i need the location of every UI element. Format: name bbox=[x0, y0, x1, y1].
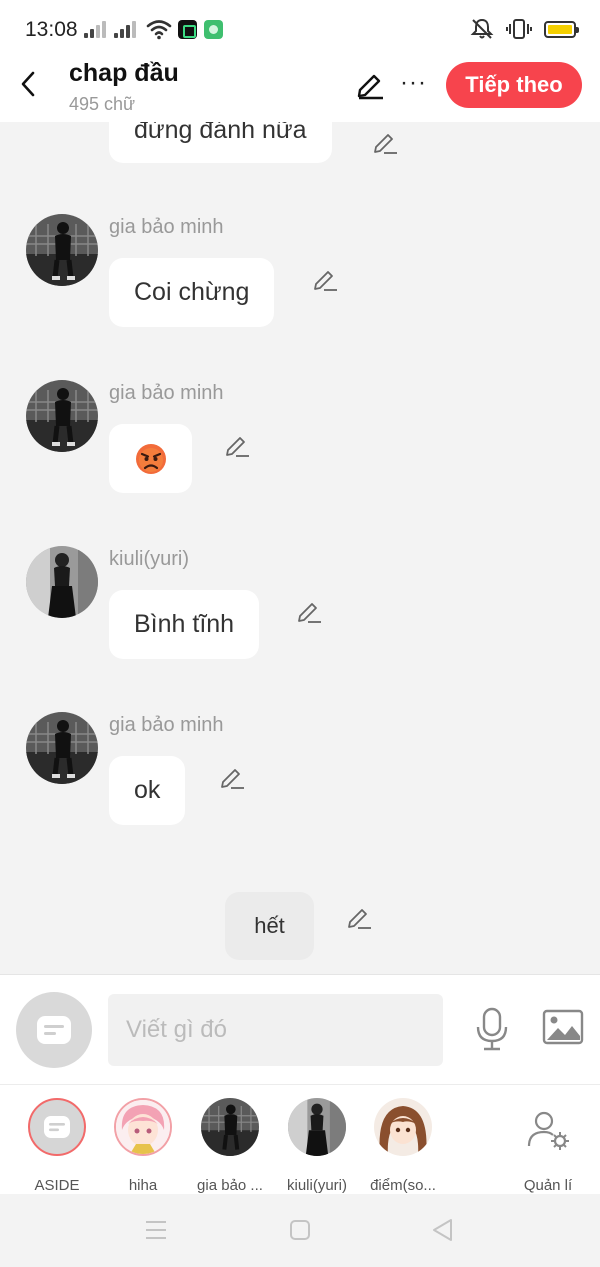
microphone-icon[interactable] bbox=[474, 1007, 510, 1051]
home-icon[interactable] bbox=[289, 1219, 311, 1241]
chevron-left-icon bbox=[21, 71, 35, 97]
status-bar: 13:08 bbox=[0, 0, 600, 58]
avatar-kiuli-yuri[interactable] bbox=[26, 546, 98, 618]
aside-toggle-button[interactable] bbox=[16, 992, 92, 1068]
sender-name: kiuli(yuri) bbox=[109, 548, 189, 570]
message-bubble[interactable]: Coi chừng bbox=[109, 258, 275, 327]
back-button[interactable] bbox=[14, 66, 42, 102]
manage-label: Quản lí bbox=[523, 1177, 573, 1194]
message-bubble[interactable]: Bình tĩnh bbox=[109, 590, 260, 659]
chapter-title: chap đầu bbox=[69, 59, 179, 87]
character-bar: ASIDE hiha gia bảo ... kiuli(yuri) điểm(… bbox=[0, 1084, 600, 1194]
app-notification-icon bbox=[178, 20, 197, 39]
status-time: 13:08 bbox=[25, 18, 78, 41]
chat-bubble-icon bbox=[37, 1016, 71, 1044]
character-name: hiha bbox=[128, 1177, 158, 1194]
user-settings-icon bbox=[527, 1111, 569, 1150]
angry-face-icon bbox=[135, 443, 166, 474]
avatar-gia-bao-minh[interactable] bbox=[26, 380, 98, 452]
composer bbox=[0, 974, 600, 1084]
edit-message-icon[interactable] bbox=[219, 764, 245, 790]
avatar-gia-bao-minh[interactable] bbox=[26, 712, 98, 784]
message-bubble[interactable]: đừng đánh nữa bbox=[109, 122, 332, 163]
mute-icon bbox=[470, 18, 494, 39]
avatar bbox=[201, 1098, 259, 1156]
system-navigation-bar bbox=[0, 1194, 600, 1267]
signal-1-icon bbox=[84, 20, 108, 38]
back-nav-icon[interactable] bbox=[431, 1218, 453, 1242]
edit-message-icon[interactable] bbox=[296, 598, 322, 624]
avatar bbox=[114, 1098, 172, 1156]
character-name: kiuli(yuri) bbox=[287, 1177, 347, 1194]
header: chap đầu 495 chữ ··· Tiếp theo bbox=[0, 58, 600, 122]
avatar-gia-bao-minh[interactable] bbox=[26, 214, 98, 286]
chat-area[interactable]: đừng đánh nữa gia bảo minh Coi chừng gia… bbox=[0, 122, 600, 974]
wifi-icon bbox=[146, 20, 172, 40]
character-name: gia bảo ... bbox=[197, 1177, 263, 1194]
aside-bubble[interactable]: hết bbox=[225, 892, 314, 960]
edit-message-icon[interactable] bbox=[346, 904, 372, 930]
app-notification-icon bbox=[204, 20, 223, 39]
menu-icon[interactable] bbox=[145, 1220, 167, 1240]
more-options-icon[interactable]: ··· bbox=[400, 71, 427, 95]
vibrate-icon bbox=[506, 19, 532, 39]
edit-message-icon[interactable] bbox=[312, 266, 338, 292]
message-bubble[interactable] bbox=[109, 424, 192, 493]
edit-message-icon[interactable] bbox=[224, 432, 250, 458]
message-bubble[interactable]: ok bbox=[109, 756, 186, 825]
word-count: 495 chữ bbox=[69, 94, 136, 114]
edit-message-icon[interactable] bbox=[372, 129, 398, 155]
battery-icon bbox=[544, 20, 579, 38]
avatar bbox=[288, 1098, 346, 1156]
sender-name: gia bảo minh bbox=[109, 216, 224, 238]
character-name: điểm(so... bbox=[370, 1177, 436, 1194]
avatar bbox=[374, 1098, 432, 1156]
image-icon[interactable] bbox=[542, 1009, 584, 1045]
edit-title-icon[interactable] bbox=[354, 68, 386, 100]
message-input[interactable] bbox=[108, 994, 443, 1066]
sender-name: gia bảo minh bbox=[109, 382, 224, 404]
next-button[interactable]: Tiếp theo bbox=[446, 62, 582, 108]
sender-name: gia bảo minh bbox=[109, 714, 224, 736]
chat-bubble-icon bbox=[28, 1098, 86, 1156]
character-name: ASIDE bbox=[34, 1177, 80, 1194]
signal-2-icon bbox=[114, 20, 138, 38]
